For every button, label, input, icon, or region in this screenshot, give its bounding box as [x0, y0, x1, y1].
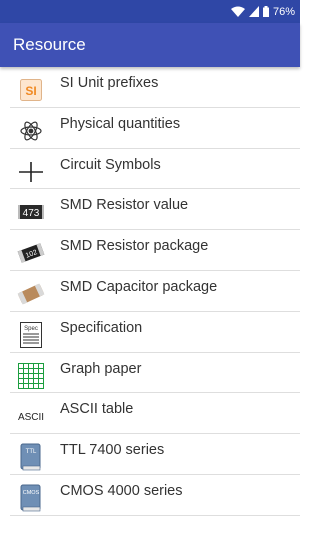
smd-resistor-value-icon: 473 [10, 198, 52, 226]
list-item-smd-capacitor-package[interactable]: SMD Capacitor package [10, 271, 300, 312]
si-prefix-icon: SI [10, 76, 52, 104]
list-item-label: SI Unit prefixes [60, 75, 159, 91]
list-item-smd-resistor-value[interactable]: 473 SMD Resistor value [10, 189, 300, 231]
ttl-book-icon: TTL [10, 443, 52, 471]
list-item-physical-quantities[interactable]: Physical quantities [10, 108, 300, 149]
list-item-cmos-4000-series[interactable]: CMOS CMOS 4000 series [10, 475, 300, 516]
list-item-label: Graph paper [60, 360, 142, 377]
bottom-edge [0, 520, 300, 533]
list-item-label: ASCII table [60, 401, 134, 418]
svg-text:473: 473 [23, 208, 40, 219]
list-item-graph-paper[interactable]: Graph paper [10, 353, 300, 394]
list-item-label: CMOS 4000 series [60, 482, 183, 499]
graph-paper-icon [10, 362, 52, 390]
status-bar: 76% [0, 0, 300, 23]
ascii-icon: ASCII [10, 402, 52, 430]
list-item-ttl-7400-series[interactable]: TTL TTL 7400 series [10, 434, 300, 475]
list-item-si-unit-prefixes[interactable]: SI SI Unit prefixes [10, 67, 300, 108]
svg-text:Spec: Spec [24, 326, 38, 332]
svg-text:TTL: TTL [26, 449, 37, 455]
list-item-label: Circuit Symbols [60, 156, 161, 173]
cmos-book-icon: CMOS [10, 484, 52, 512]
list-item-label: Specification [60, 319, 143, 336]
smd-resistor-package-icon: 102 [10, 239, 52, 267]
list-item-smd-resistor-package[interactable]: 102 SMD Resistor package [10, 230, 300, 271]
circuit-symbol-icon [10, 158, 52, 186]
app-bar: Resource [0, 23, 300, 67]
smd-capacitor-icon [10, 280, 52, 308]
atom-icon [10, 117, 52, 145]
battery-level: 76% [272, 5, 295, 18]
list-item-specification[interactable]: Spec Specification [10, 312, 300, 353]
signal-icon [248, 6, 259, 17]
resource-list: SI SI Unit prefixes Physical quantities … [0, 67, 300, 516]
list-item-label: TTL 7400 series [60, 442, 165, 459]
specification-icon: Spec [10, 321, 52, 349]
svg-text:SI: SI [25, 84, 36, 98]
page-title: Resource [13, 35, 86, 54]
list-item-label: SMD Resistor value [60, 197, 189, 214]
svg-text:CMOS: CMOS [23, 490, 40, 496]
list-item-circuit-symbols[interactable]: Circuit Symbols [10, 149, 300, 190]
list-item-label: Physical quantities [60, 115, 181, 132]
list-item-label: SMD Resistor package [60, 238, 209, 255]
svg-text:ASCII: ASCII [18, 412, 44, 423]
battery-icon [262, 6, 269, 17]
list-item-label: SMD Capacitor package [60, 278, 218, 295]
list-item-ascii-table[interactable]: ASCII ASCII table [10, 393, 300, 435]
wifi-icon [230, 6, 245, 17]
